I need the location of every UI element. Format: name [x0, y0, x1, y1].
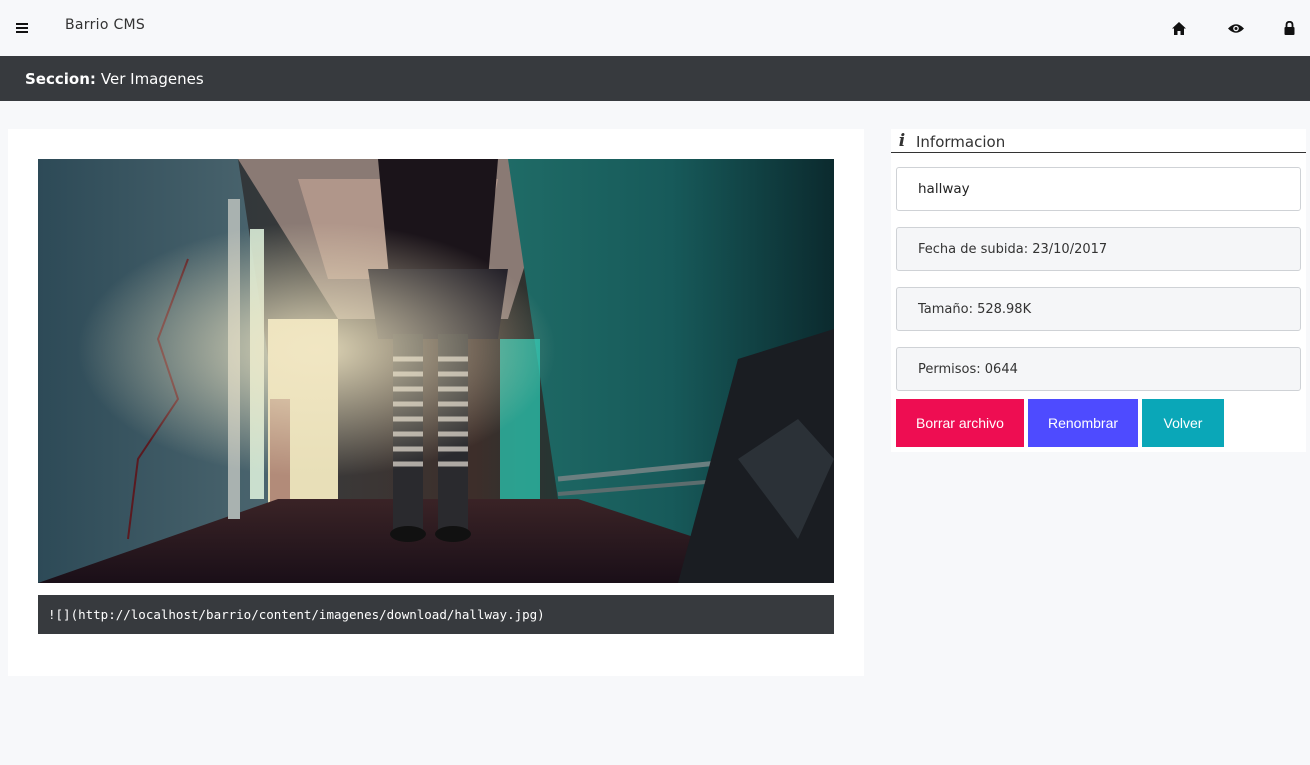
- image-preview-card: ![](http://localhost/barrio/content/imag…: [8, 129, 864, 676]
- file-size-field: Tamaño: 528.98K: [896, 287, 1301, 331]
- image-markdown-snippet[interactable]: ![](http://localhost/barrio/content/imag…: [38, 595, 834, 634]
- back-button[interactable]: Volver: [1142, 399, 1224, 447]
- top-navbar: Barrio CMS: [0, 0, 1310, 56]
- info-header: i Informacion: [891, 129, 1306, 153]
- section-label: Seccion:: [25, 69, 96, 88]
- lock-icon[interactable]: [1277, 16, 1301, 40]
- permissions-field: Permisos: 0644: [896, 347, 1301, 391]
- delete-file-button[interactable]: Borrar archivo: [896, 399, 1024, 447]
- info-title: Informacion: [916, 132, 1006, 151]
- hallway-image: [38, 159, 834, 583]
- home-icon[interactable]: [1167, 16, 1191, 40]
- hamburger-menu-icon[interactable]: [10, 16, 34, 40]
- app-title[interactable]: Barrio CMS: [65, 17, 145, 33]
- info-icon: i: [898, 130, 906, 151]
- section-header: Seccion: Ver Imagenes: [0, 56, 1310, 101]
- info-panel: i Informacion hallway Fecha de subida: 2…: [891, 129, 1306, 452]
- upload-date-field: Fecha de subida: 23/10/2017: [896, 227, 1301, 271]
- rename-button[interactable]: Renombrar: [1028, 399, 1138, 447]
- section-name: Ver Imagenes: [100, 69, 204, 88]
- eye-icon[interactable]: [1224, 16, 1248, 40]
- file-name-field[interactable]: hallway: [896, 167, 1301, 211]
